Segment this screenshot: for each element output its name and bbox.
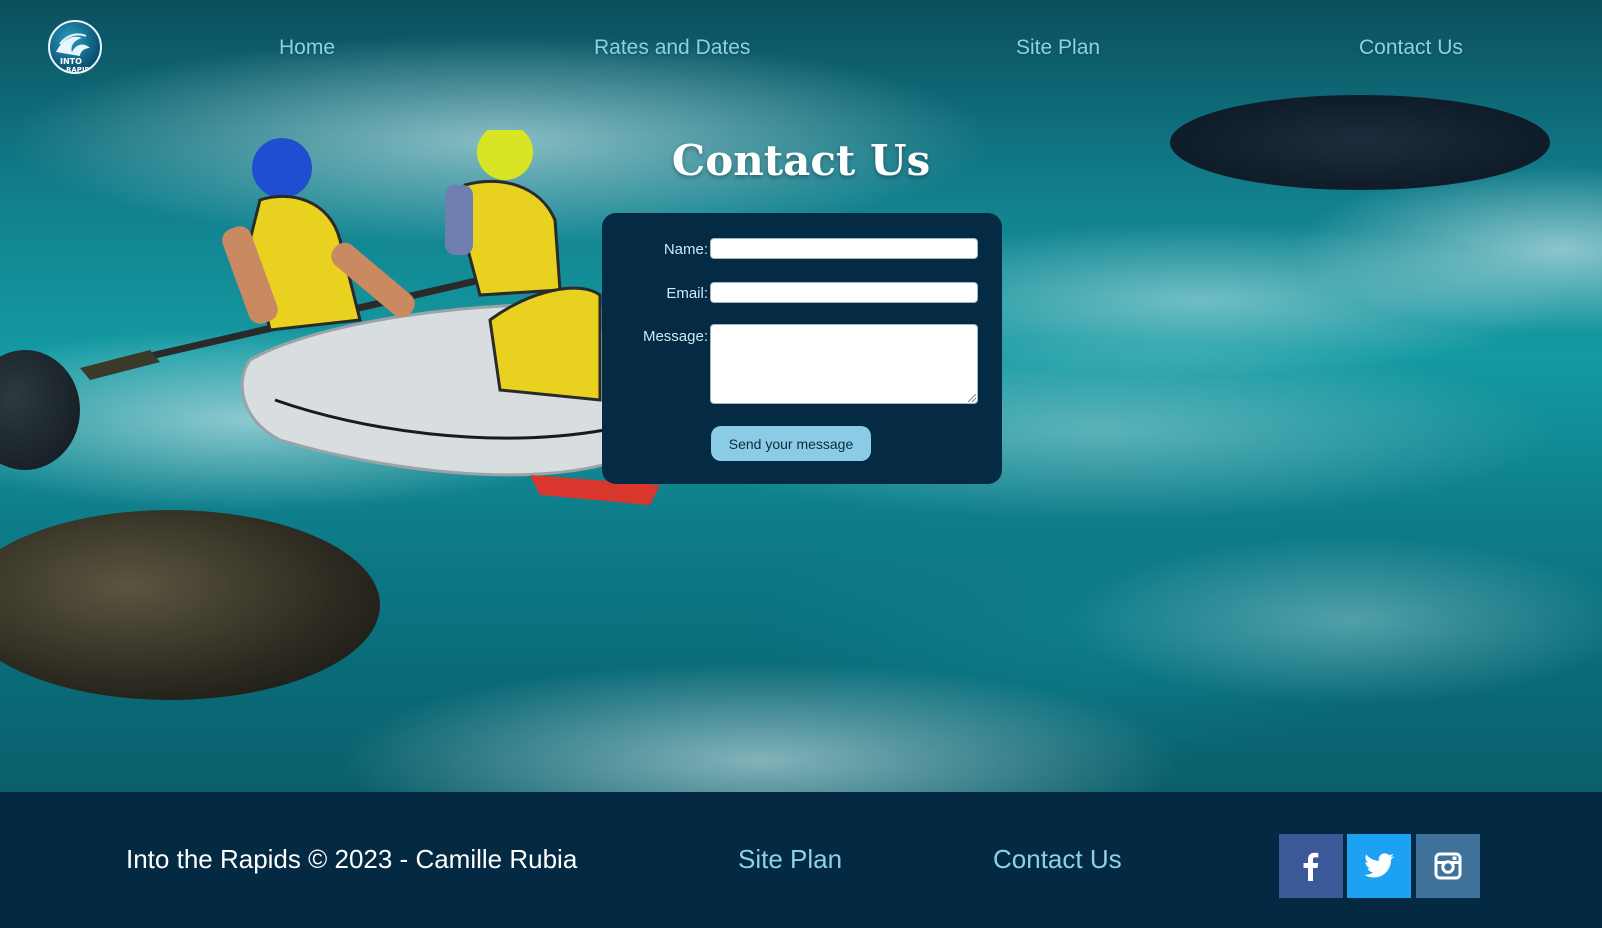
footer-link-contact-us[interactable]: Contact Us xyxy=(993,844,1122,875)
send-message-button[interactable]: Send your message xyxy=(711,426,871,461)
email-label: Email: xyxy=(666,285,708,302)
nav-home[interactable]: Home xyxy=(279,36,335,60)
logo-text-bottom: RAPIDS xyxy=(66,66,95,74)
nav-rates-and-dates[interactable]: Rates and Dates xyxy=(594,36,750,60)
instagram-icon xyxy=(1434,852,1462,880)
message-label: Message: xyxy=(642,328,708,345)
logo-text-top: INTO xyxy=(60,57,82,66)
nav-site-plan[interactable]: Site Plan xyxy=(1016,36,1100,60)
twitter-icon xyxy=(1364,853,1394,878)
contact-form: Name: Email: Message: Send your message xyxy=(602,213,1002,484)
facebook-icon xyxy=(1303,852,1319,881)
hero-background-image: INTO RAPIDS Home Rates and Dates Site Pl… xyxy=(0,0,1602,792)
footer-link-site-plan[interactable]: Site Plan xyxy=(738,844,842,875)
site-footer: Into the Rapids © 2023 - Camille Rubia S… xyxy=(0,792,1602,928)
name-label: Name: xyxy=(663,241,708,258)
twitter-button[interactable] xyxy=(1347,834,1411,898)
nav-contact-us[interactable]: Contact Us xyxy=(1359,36,1463,60)
message-textarea[interactable] xyxy=(710,324,978,404)
page-title: Contact Us xyxy=(671,136,931,185)
footer-copyright: Into the Rapids © 2023 - Camille Rubia xyxy=(126,844,578,874)
facebook-button[interactable] xyxy=(1279,834,1343,898)
name-input[interactable] xyxy=(710,238,978,259)
wave-logo-icon: INTO RAPIDS xyxy=(56,33,95,74)
instagram-button[interactable] xyxy=(1416,834,1480,898)
site-logo[interactable]: INTO RAPIDS xyxy=(48,20,102,74)
resize-grip-icon[interactable] xyxy=(968,394,976,402)
email-input[interactable] xyxy=(710,282,978,303)
